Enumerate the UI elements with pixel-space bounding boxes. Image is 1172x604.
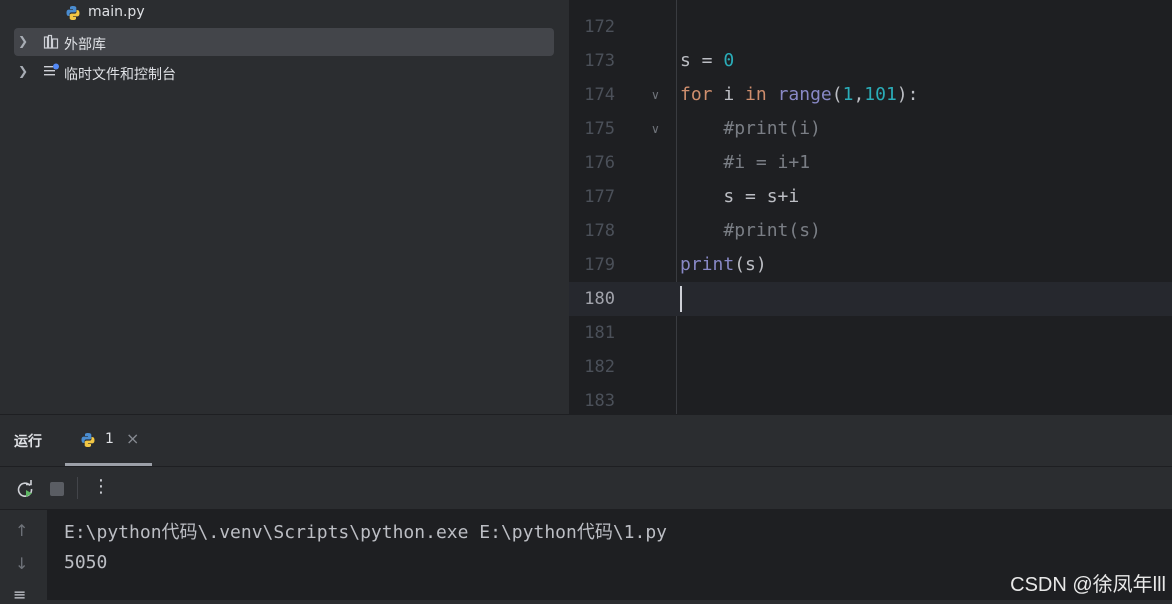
library-icon [43,34,59,49]
scratches-icon [44,63,59,76]
code-line[interactable]: 178 #print(s) [569,214,1172,248]
code-token: , [853,84,865,105]
stop-icon[interactable] [50,482,64,496]
console-line: 5050 [64,552,108,573]
code-text: #i = i+1 [680,146,810,180]
run-tab-label: 1 [105,431,114,447]
scroll-down-icon[interactable]: ↓ [15,554,28,573]
code-text: #print(i) [680,112,821,146]
code-token: 101 [864,84,897,105]
toolbar-divider [77,477,78,499]
fold-icon[interactable]: ∨ [651,78,660,112]
code-text: for i in range(1,101): [680,78,918,112]
code-line[interactable]: 177 s = s+i [569,180,1172,214]
scroll-up-icon[interactable]: ↑ [15,521,28,540]
line-number: 182 [584,357,615,377]
console-output[interactable]: ↑ ↓ ≡ E:\python代码\.venv\Scripts\python.e… [0,510,1172,604]
code-token: range [777,84,832,105]
code-line[interactable]: 172 [569,10,1172,44]
tree-item-label: 临时文件和控制台 [64,67,176,83]
line-number: 180 [584,289,615,309]
python-file-icon [66,6,80,20]
code-text: print(s) [680,248,767,282]
code-token: #print(i) [723,118,821,139]
line-number: 175 [584,119,615,139]
text-caret [680,286,682,312]
line-number: 172 [584,17,615,37]
active-tab-indicator [65,463,152,466]
project-panel: main.py ❯ 外部库 ❯ 临时文件和控制台 [0,0,569,414]
code-token: i [712,84,746,105]
tree-item-label: main.py [88,4,145,20]
code-line[interactable]: 181 [569,316,1172,350]
code-token: 1 [842,84,854,105]
code-line[interactable]: 182 [569,350,1172,384]
line-number: 176 [584,153,615,173]
code-token: 0 [723,50,735,71]
rerun-icon[interactable] [15,479,35,499]
tree-item-main-py[interactable]: main.py [14,0,554,28]
code-token: s = [680,50,724,71]
line-number: 181 [584,323,615,343]
run-panel: 运行 1 × ⋮ ↑ ↓ ≡ E:\python代码\.venv\Scripts… [0,414,1172,604]
close-icon[interactable]: × [126,429,139,448]
line-number: 183 [584,391,615,411]
code-token: #print(s) [723,220,821,241]
code-text: s = 0 [680,44,734,78]
more-options-icon[interactable]: ⋮ [92,476,110,497]
code-line[interactable]: 180 [569,282,1172,316]
code-token: ( [831,84,843,105]
python-icon [81,433,95,447]
code-token: s = s+i [680,186,800,207]
console-gutter: ↑ ↓ ≡ [0,510,47,604]
code-token: print [680,254,735,275]
line-number: 173 [584,51,615,71]
code-token: for [680,84,713,105]
chevron-right-icon[interactable]: ❯ [14,64,32,78]
line-number: 179 [584,255,615,275]
console-line: E:\python代码\.venv\Scripts\python.exe E:\… [64,522,668,543]
code-line[interactable]: 175 ∨ #print(i) [569,112,1172,146]
run-config-tab[interactable]: 1 × [65,415,152,466]
chevron-right-icon[interactable]: ❯ [14,34,32,48]
soft-wrap-icon[interactable]: ≡ [13,585,26,604]
run-panel-title: 运行 [14,434,42,450]
line-number: 174 [584,85,615,105]
code-line[interactable]: 179 print(s) [569,248,1172,282]
tree-item-external-libraries[interactable]: ❯ 外部库 [14,28,554,56]
code-token: in [745,84,767,105]
code-editor[interactable]: 172 173 s = 0 174 ∨ for i in range(1,101): 175… [569,0,1172,414]
fold-icon[interactable]: ∨ [651,112,660,146]
watermark: CSDN @徐凤年lll [1010,574,1166,596]
line-number: 177 [584,187,615,207]
code-text: s = s+i [680,180,799,214]
tree-item-scratches[interactable]: ❯ 临时文件和控制台 [14,58,554,86]
code-line[interactable]: 173 s = 0 [569,44,1172,78]
code-line[interactable]: 176 #i = i+1 [569,146,1172,180]
code-token: (s) [734,254,767,275]
run-tab-bar: 运行 1 × [0,415,1172,467]
line-number: 178 [584,221,615,241]
tree-item-label: 外部库 [64,37,106,53]
code-token: #i = i+1 [723,152,811,173]
code-line[interactable]: 183 [569,384,1172,414]
run-toolbar: ⋮ [0,467,1172,510]
code-token: ): [896,84,919,105]
code-text: #print(s) [680,214,821,248]
code-line[interactable]: 174 ∨ for i in range(1,101): [569,78,1172,112]
